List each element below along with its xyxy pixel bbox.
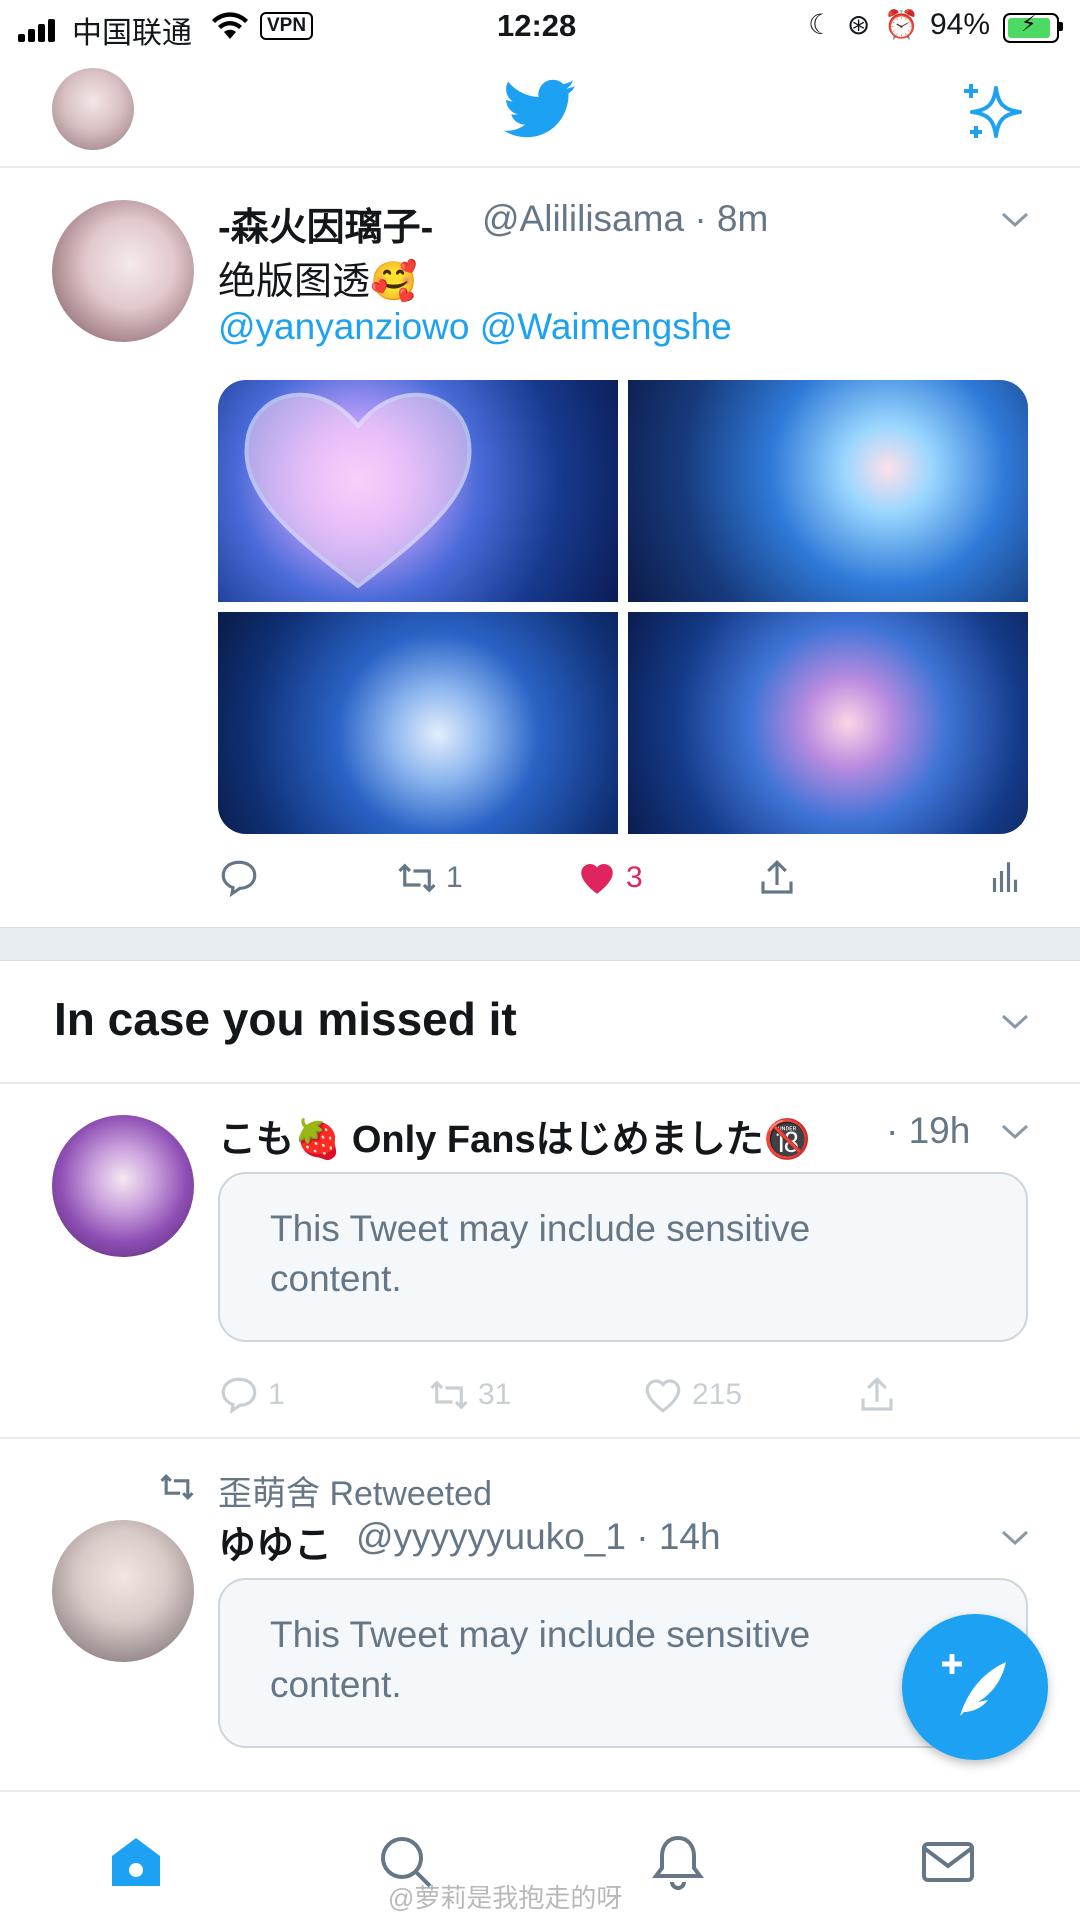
vpn-badge: VPN: [260, 12, 314, 40]
tweet2-timestamp: · 19h: [886, 1110, 971, 1151]
media-image-1[interactable]: [218, 380, 618, 602]
moon-icon: ☾: [808, 9, 834, 40]
tweet1-handle[interactable]: @Alililisama · 8m: [482, 198, 768, 240]
retweeted-by-label[interactable]: 歪萌舍 Retweeted: [218, 1466, 492, 1515]
analytics-button[interactable]: [984, 855, 1026, 901]
watermark: @萝莉是我抱走的呀: [388, 1883, 623, 1913]
tweet1-actions: 1 3: [218, 855, 1028, 905]
reply-count: 1: [268, 1378, 285, 1411]
share-icon: [861, 1377, 893, 1411]
heart-filled-icon: [581, 864, 613, 894]
reply-button[interactable]: [218, 855, 260, 901]
reply-icon: [221, 860, 257, 898]
home-icon[interactable]: [106, 1832, 166, 1892]
battery-percent: 94%: [930, 8, 991, 41]
like-button[interactable]: 3: [576, 855, 643, 901]
chevron-down-icon[interactable]: [1000, 1116, 1030, 1146]
tweet1-avatar[interactable]: [52, 200, 194, 342]
twitter-bird-icon[interactable]: [504, 78, 576, 140]
compose-tweet-button[interactable]: [902, 1614, 1048, 1760]
profile-avatar[interactable]: [52, 68, 134, 150]
share-button[interactable]: [856, 1372, 898, 1418]
tweet3-avatar[interactable]: [52, 1520, 194, 1662]
signal-icon: [18, 18, 62, 42]
analytics-icon: [992, 862, 1018, 892]
sparkle-icon[interactable]: [962, 82, 1026, 142]
battery-tip: [1059, 22, 1063, 31]
wifi-icon: [210, 9, 250, 49]
tweet2-actions: 1 31 215: [218, 1372, 1028, 1418]
carrier-label: 中国联通: [72, 17, 192, 50]
media-image-4[interactable]: [628, 612, 1028, 834]
tweet1-text: 绝版图透🥰: [218, 261, 418, 303]
like-button[interactable]: 215: [642, 1372, 742, 1418]
mail-icon[interactable]: [918, 1832, 978, 1892]
sensitive-text: This Tweet may include sensitive content…: [270, 1208, 811, 1299]
compose-feather-icon: [942, 1654, 1006, 1716]
reply-button[interactable]: 1: [218, 1372, 285, 1418]
status-bar: 中国联通 VPN 12:28 ☾ ⊛ ⏰ 94% ⚡: [0, 0, 1080, 56]
like-count: 3: [626, 861, 643, 894]
tweet2-avatar[interactable]: [52, 1115, 194, 1257]
like-count: 215: [692, 1378, 743, 1411]
section-separator: [0, 927, 1080, 961]
tweet1-media-grid[interactable]: [218, 380, 1028, 834]
divider: [0, 1437, 1080, 1439]
heart-icon: [645, 1379, 681, 1413]
retweet-count: 1: [446, 861, 463, 894]
sensitive-text: This Tweet may include sensitive content…: [270, 1614, 811, 1705]
tweet2-display-name[interactable]: こも🍓 Only Fansはじめました🔞: [218, 1108, 811, 1163]
battery-icon: ⚡: [1003, 11, 1059, 43]
retweet-button[interactable]: 31: [428, 1372, 511, 1418]
chevron-down-icon[interactable]: [1000, 1006, 1030, 1036]
sensitive-content-notice[interactable]: This Tweet may include sensitive content…: [218, 1172, 1028, 1342]
retweet-icon: [398, 863, 436, 893]
section-title: In case you missed it: [54, 993, 517, 1045]
tweet3-display-name[interactable]: ゆゆこ: [218, 1514, 332, 1569]
share-button[interactable]: [756, 855, 798, 901]
media-image-3[interactable]: [218, 612, 618, 834]
divider: [0, 1082, 1080, 1084]
share-icon: [761, 860, 793, 894]
retweet-icon: [160, 1473, 194, 1501]
tweet3-handle[interactable]: @yyyyyyuuko_1 · 14h: [356, 1516, 721, 1558]
reply-icon: [221, 1377, 257, 1415]
retweet-icon: [430, 1380, 468, 1410]
chevron-down-icon[interactable]: [1000, 204, 1030, 234]
clock: 12:28: [497, 8, 577, 43]
retweet-count: 31: [478, 1378, 512, 1411]
bell-icon[interactable]: [648, 1832, 708, 1892]
rotation-lock-icon: ⊛: [846, 9, 871, 40]
tweet1-mentions[interactable]: @yanyanziowo @Waimengshe: [218, 306, 732, 348]
status-icons: ☾ ⊛ ⏰: [808, 8, 919, 41]
heart-sticker: [244, 392, 472, 589]
tweet1-display-name[interactable]: -森火因璃子-: [218, 196, 433, 251]
media-image-2[interactable]: [628, 380, 1028, 602]
chevron-down-icon[interactable]: [1000, 1522, 1030, 1552]
alarm-icon: ⏰: [884, 9, 920, 40]
retweet-button[interactable]: 1: [396, 855, 463, 901]
